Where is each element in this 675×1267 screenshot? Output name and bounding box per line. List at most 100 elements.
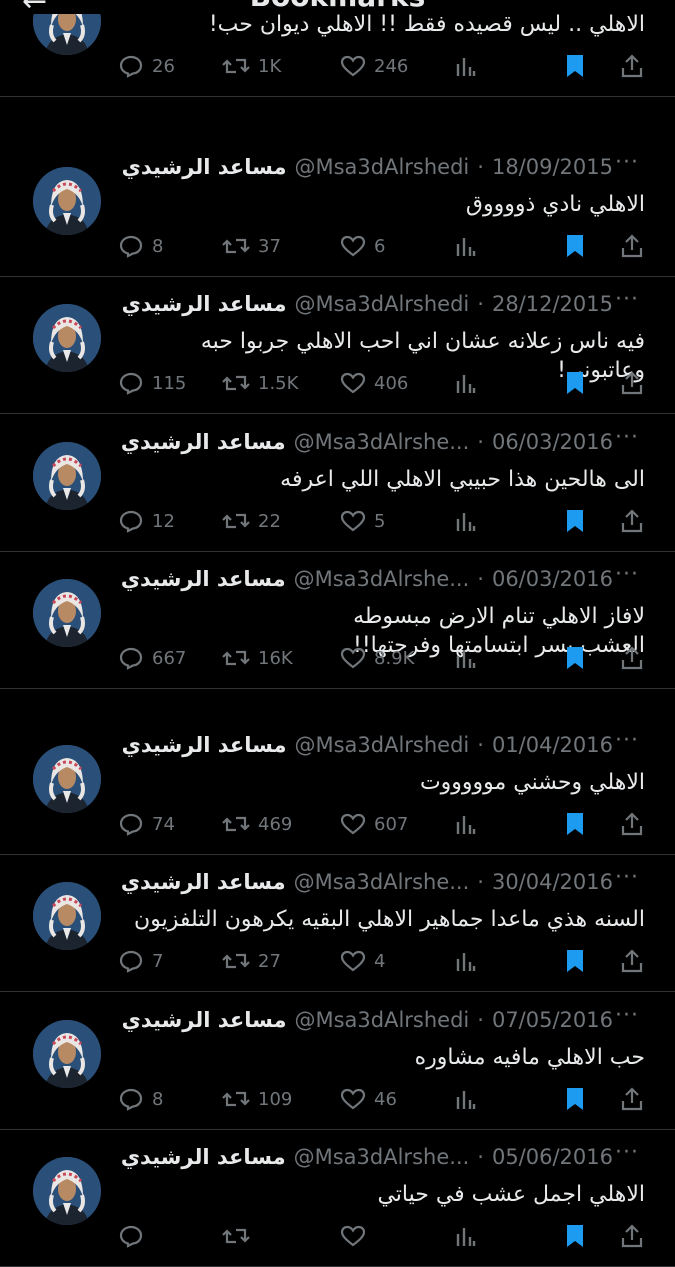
bookmark-button[interactable] bbox=[564, 52, 586, 80]
retweet-button[interactable]: 1K bbox=[222, 52, 281, 80]
retweet-button[interactable]: 16K bbox=[222, 644, 293, 672]
views-button[interactable] bbox=[453, 810, 477, 838]
views-button[interactable] bbox=[453, 1222, 477, 1250]
like-button[interactable]: 406 bbox=[340, 369, 408, 397]
share-button[interactable] bbox=[620, 644, 644, 672]
retweet-button[interactable]: 469 bbox=[222, 810, 292, 838]
more-options-icon[interactable]: ··· bbox=[615, 1140, 639, 1165]
tweet[interactable]: مساعد الرشيدي @Msa3dAlrshedi · 07/05/201… bbox=[0, 993, 675, 1130]
tweet[interactable]: مساعد الرشيدي @Msa3dAlrshedi · 01/04/201… bbox=[0, 718, 675, 855]
like-button[interactable] bbox=[340, 1222, 374, 1250]
bookmark-button[interactable] bbox=[564, 507, 586, 535]
views-button[interactable] bbox=[453, 232, 477, 260]
retweet-button[interactable]: 37 bbox=[222, 232, 281, 260]
reply-button[interactable]: 8 bbox=[118, 232, 163, 260]
more-options-icon[interactable]: ··· bbox=[615, 865, 639, 890]
share-button[interactable] bbox=[620, 1085, 644, 1113]
tweet[interactable]: مساعد الرشيدي @Msa3dAlrshe... · 06/03/20… bbox=[0, 415, 675, 552]
reply-button[interactable]: 74 bbox=[118, 810, 175, 838]
avatar[interactable] bbox=[33, 579, 101, 647]
more-options-icon[interactable]: ··· bbox=[615, 1003, 639, 1028]
reply-button[interactable]: 115 bbox=[118, 369, 186, 397]
author-handle[interactable]: @Msa3dAlrshedi bbox=[294, 733, 469, 757]
tweet-date[interactable]: 30/04/2016 bbox=[492, 870, 613, 894]
bookmark-button[interactable] bbox=[564, 947, 586, 975]
avatar[interactable] bbox=[33, 1020, 101, 1088]
reply-button[interactable]: 667 bbox=[118, 644, 186, 672]
retweet-button[interactable]: 109 bbox=[222, 1085, 292, 1113]
tweet[interactable]: مساعد الرشيدي @Msa3dAlrshe... · 05/06/20… bbox=[0, 1130, 675, 1267]
author-handle[interactable]: @Msa3dAlrshedi bbox=[294, 292, 469, 316]
views-button[interactable] bbox=[453, 644, 477, 672]
reply-button[interactable] bbox=[118, 1222, 152, 1250]
more-options-icon[interactable]: ··· bbox=[615, 425, 639, 450]
avatar[interactable] bbox=[33, 882, 101, 950]
author-name[interactable]: مساعد الرشيدي bbox=[122, 292, 287, 316]
avatar[interactable] bbox=[33, 745, 101, 813]
like-button[interactable]: 607 bbox=[340, 810, 408, 838]
reply-button[interactable]: 8 bbox=[118, 1085, 163, 1113]
tweet-date[interactable]: 06/03/2016 bbox=[492, 430, 613, 454]
views-button[interactable] bbox=[453, 947, 477, 975]
author-handle[interactable]: @Msa3dAlrshe... bbox=[294, 1145, 470, 1169]
share-button[interactable] bbox=[620, 1222, 644, 1250]
share-button[interactable] bbox=[620, 947, 644, 975]
tweet-date[interactable]: 28/12/2015 bbox=[492, 292, 613, 316]
author-name[interactable]: مساعد الرشيدي bbox=[122, 155, 287, 179]
more-options-icon[interactable]: ··· bbox=[615, 150, 639, 175]
author-handle[interactable]: @Msa3dAlrshedi bbox=[294, 155, 469, 179]
views-button[interactable] bbox=[453, 52, 477, 80]
more-options-icon[interactable]: ··· bbox=[615, 728, 639, 753]
like-button[interactable]: 6 bbox=[340, 232, 385, 260]
tweet-date[interactable]: 07/05/2016 bbox=[492, 1008, 613, 1032]
share-button[interactable] bbox=[620, 507, 644, 535]
reply-button[interactable]: 12 bbox=[118, 507, 175, 535]
avatar[interactable] bbox=[33, 1157, 101, 1225]
author-handle[interactable]: @Msa3dAlrshe... bbox=[294, 430, 470, 454]
author-name[interactable]: مساعد الرشيدي bbox=[121, 430, 286, 454]
tweet[interactable]: مساعد الرشيدي @Msa3dAlrshe... · 30/04/20… bbox=[0, 855, 675, 992]
avatar[interactable] bbox=[33, 304, 101, 372]
author-handle[interactable]: @Msa3dAlrshe... bbox=[294, 567, 470, 591]
tweet[interactable]: مساعد الرشيدي @Msa3dAlrshedi · 28/12/201… bbox=[0, 277, 675, 414]
avatar[interactable] bbox=[33, 167, 101, 235]
author-name[interactable]: مساعد الرشيدي bbox=[121, 870, 286, 894]
retweet-button[interactable] bbox=[222, 1222, 258, 1250]
like-button[interactable]: 8.9K bbox=[340, 644, 414, 672]
tweet-date[interactable]: 01/04/2016 bbox=[492, 733, 613, 757]
share-button[interactable] bbox=[620, 52, 644, 80]
reply-button[interactable]: 7 bbox=[118, 947, 163, 975]
author-name[interactable]: مساعد الرشيدي bbox=[121, 567, 286, 591]
tweet[interactable]: مساعد الرشيدي @Msa3dAlrshedi · 18/09/201… bbox=[0, 140, 675, 277]
views-button[interactable] bbox=[453, 369, 477, 397]
bookmark-button[interactable] bbox=[564, 810, 586, 838]
tweet-date[interactable]: 18/09/2015 bbox=[492, 155, 613, 179]
more-options-icon[interactable]: ··· bbox=[615, 562, 639, 587]
views-button[interactable] bbox=[453, 507, 477, 535]
author-name[interactable]: مساعد الرشيدي bbox=[122, 733, 287, 757]
author-handle[interactable]: @Msa3dAlrshe... bbox=[294, 870, 470, 894]
reply-button[interactable]: 26 bbox=[118, 52, 175, 80]
bookmark-button[interactable] bbox=[564, 1222, 586, 1250]
like-button[interactable]: 5 bbox=[340, 507, 385, 535]
tweet[interactable]: مساعد الرشيدي @Msa3dAlrshe... · 06/03/20… bbox=[0, 552, 675, 689]
bookmark-button[interactable] bbox=[564, 644, 586, 672]
views-button[interactable] bbox=[453, 1085, 477, 1113]
share-button[interactable] bbox=[620, 810, 644, 838]
tweet-date[interactable]: 06/03/2016 bbox=[492, 567, 613, 591]
bookmark-button[interactable] bbox=[564, 369, 586, 397]
author-name[interactable]: مساعد الرشيدي bbox=[121, 1145, 286, 1169]
share-button[interactable] bbox=[620, 369, 644, 397]
tweet[interactable]: مساعد الرشيدي @Msa3dAlrshedi · 27/05/201… bbox=[0, 0, 675, 97]
bookmark-button[interactable] bbox=[564, 232, 586, 260]
like-button[interactable]: 246 bbox=[340, 52, 408, 80]
bookmark-button[interactable] bbox=[564, 1085, 586, 1113]
tweet-date[interactable]: 05/06/2016 bbox=[492, 1145, 613, 1169]
author-handle[interactable]: @Msa3dAlrshedi bbox=[294, 1008, 469, 1032]
like-button[interactable]: 46 bbox=[340, 1085, 397, 1113]
retweet-button[interactable]: 22 bbox=[222, 507, 281, 535]
retweet-button[interactable]: 1.5K bbox=[222, 369, 298, 397]
author-name[interactable]: مساعد الرشيدي bbox=[122, 1008, 287, 1032]
retweet-button[interactable]: 27 bbox=[222, 947, 281, 975]
like-button[interactable]: 4 bbox=[340, 947, 385, 975]
